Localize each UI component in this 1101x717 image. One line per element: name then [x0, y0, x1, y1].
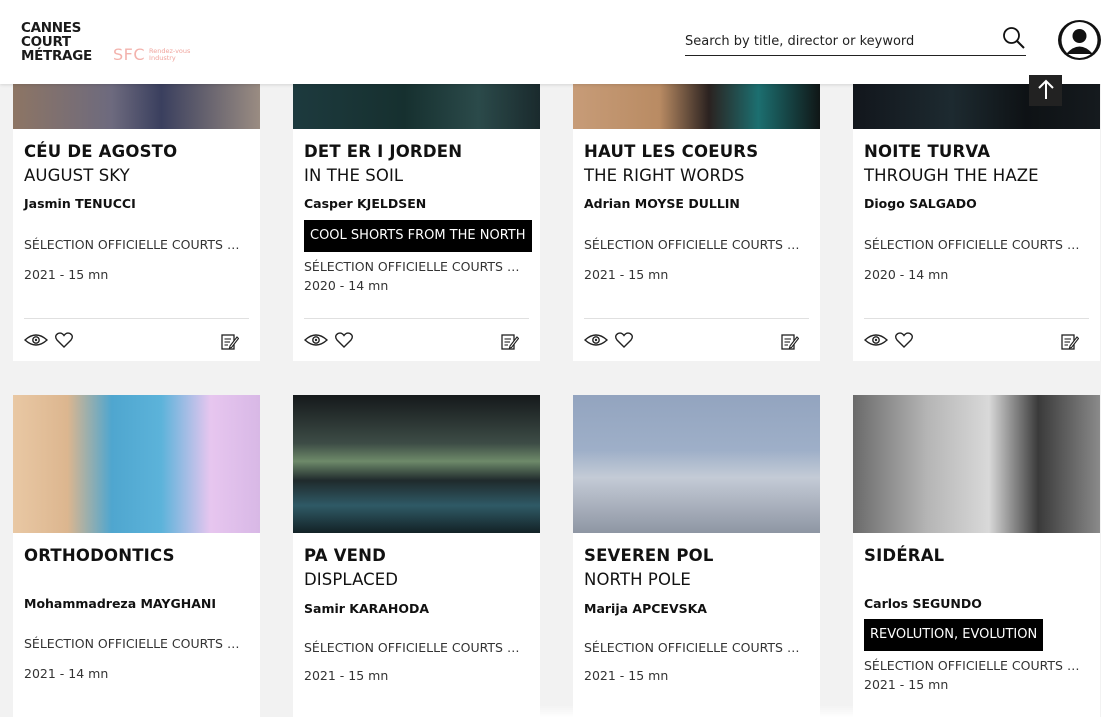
note-edit-icon[interactable]: [500, 332, 520, 350]
film-still: [13, 84, 260, 129]
film-selection: SÉLECTION OFFICIELLE COURTS MÉTRAGES: [584, 237, 809, 252]
user-avatar-icon[interactable]: [1058, 20, 1101, 60]
film-selection: SÉLECTION OFFICIELLE COURTS MÉTRAGES: [24, 636, 249, 651]
film-still: [573, 395, 820, 533]
film-director: Adrian MOYSE DULLIN: [584, 196, 740, 211]
card-divider: [24, 318, 249, 319]
card-divider: [864, 318, 1089, 319]
film-title[interactable]: ORTHODONTICS: [24, 546, 175, 565]
heart-icon[interactable]: [334, 331, 354, 349]
film-selection: SÉLECTION OFFICIELLE COURTS MÉTRAGES: [304, 640, 529, 655]
film-title[interactable]: HAUT LES COEURS: [584, 142, 758, 161]
film-year-duration: 2021 - 15 mn: [864, 677, 949, 692]
film-selection: SÉLECTION OFFICIELLE COURTS MÉTRAGES: [24, 237, 249, 252]
note-edit-icon[interactable]: [1060, 332, 1080, 350]
film-still: [853, 395, 1100, 533]
search-bar: [685, 24, 1026, 56]
film-title[interactable]: CÉU DE AGOSTO: [24, 142, 177, 161]
film-year-duration: 2021 - 15 mn: [584, 267, 669, 282]
film-year-duration: 2021 - 15 mn: [584, 668, 669, 683]
film-title[interactable]: PA VEND: [304, 546, 386, 565]
film-english-title: DISPLACED: [304, 570, 399, 589]
film-english-title: AUGUST SKY: [24, 166, 130, 185]
program-badge[interactable]: REVOLUTION, EVOLUTION: [864, 619, 1044, 651]
film-english-title: THROUGH THE HAZE: [864, 166, 1039, 185]
film-director: Mohammadreza MAYGHANI: [24, 596, 216, 611]
sfc-subtitle: Rendez-vous Industry: [149, 47, 190, 62]
film-year-duration: 2021 - 15 mn: [24, 267, 109, 282]
film-selection: SÉLECTION OFFICIELLE COURTS MÉTRAGES: [864, 658, 1089, 673]
note-edit-icon[interactable]: [780, 332, 800, 350]
film-english-title: IN THE SOIL: [304, 166, 404, 185]
film-selection: SÉLECTION OFFICIELLE COURTS MÉTRAGES: [864, 237, 1089, 252]
film-still: [293, 84, 540, 129]
note-edit-icon[interactable]: [220, 332, 240, 350]
film-director: Samir KARAHODA: [304, 601, 430, 616]
film-director: Marija APCEVSKA: [584, 601, 707, 616]
film-card[interactable]: DET ER I JORDEN IN THE SOIL Casper KJELD…: [293, 84, 540, 361]
sfc-rendez-vous-logo[interactable]: SFC Rendez-vous Industry: [113, 45, 190, 64]
film-card[interactable]: CÉU DE AGOSTO AUGUST SKY Jasmin TENUCCI …: [13, 84, 260, 361]
cannes-court-metrage-logo[interactable]: CANNES COURT MÉTRAGE: [21, 21, 92, 63]
sfc-mark: SFC: [113, 45, 146, 64]
logo-line-1: CANNES: [21, 20, 82, 36]
film-english-title: THE RIGHT WORDS: [584, 166, 745, 185]
eye-icon[interactable]: [584, 331, 608, 349]
film-year-duration: 2020 - 14 mn: [304, 278, 389, 293]
film-still: [573, 84, 820, 129]
heart-icon[interactable]: [614, 331, 634, 349]
film-card[interactable]: NOITE TURVA THROUGH THE HAZE Diogo SALGA…: [853, 84, 1100, 361]
logo-line-2: COURT: [21, 34, 71, 50]
site-header: CANNES COURT MÉTRAGE SFC Rendez-vous Ind…: [0, 0, 1101, 84]
arrow-up-icon: [1037, 78, 1055, 104]
film-director: Jasmin TENUCCI: [24, 196, 136, 211]
logo-line-3: MÉTRAGE: [21, 48, 92, 64]
film-selection: SÉLECTION OFFICIELLE COURTS MÉTRAGES: [304, 259, 529, 274]
eye-icon[interactable]: [304, 331, 328, 349]
film-title[interactable]: DET ER I JORDEN: [304, 142, 462, 161]
film-title[interactable]: SIDÉRAL: [864, 546, 944, 565]
film-card[interactable]: ORTHODONTICS Mohammadreza MAYGHANI SÉLEC…: [13, 395, 260, 717]
film-still: [293, 395, 540, 533]
search-icon[interactable]: [1002, 26, 1026, 50]
scroll-to-top-button[interactable]: [1029, 75, 1062, 106]
eye-icon[interactable]: [24, 331, 48, 349]
film-year-duration: 2021 - 14 mn: [24, 666, 109, 681]
film-title[interactable]: SEVEREN POL: [584, 546, 714, 565]
program-badge[interactable]: COOL SHORTS FROM THE NORTH: [304, 220, 532, 252]
film-card[interactable]: SIDÉRAL Carlos SEGUNDO REVOLUTION, EVOLU…: [853, 395, 1100, 717]
film-still: [13, 395, 260, 533]
bottom-fade-overlay: [360, 705, 1080, 717]
heart-icon[interactable]: [54, 331, 74, 349]
search-input[interactable]: [685, 30, 985, 52]
film-card[interactable]: PA VEND DISPLACED Samir KARAHODA SÉLECTI…: [293, 395, 540, 717]
film-director: Casper KJELDSEN: [304, 196, 427, 211]
card-divider: [304, 318, 529, 319]
film-card[interactable]: HAUT LES COEURS THE RIGHT WORDS Adrian M…: [573, 84, 820, 361]
film-director: Carlos SEGUNDO: [864, 596, 982, 611]
sfc-sub-line-2: Industry: [149, 53, 176, 62]
film-card[interactable]: SEVEREN POL NORTH POLE Marija APCEVSKA S…: [573, 395, 820, 717]
film-english-title: NORTH POLE: [584, 570, 691, 589]
film-year-duration: 2020 - 14 mn: [864, 267, 949, 282]
card-divider: [584, 318, 809, 319]
film-selection: SÉLECTION OFFICIELLE COURTS MÉTRAGES: [584, 640, 809, 655]
eye-icon[interactable]: [864, 331, 888, 349]
film-title[interactable]: NOITE TURVA: [864, 142, 990, 161]
film-still: [853, 84, 1100, 129]
film-year-duration: 2021 - 15 mn: [304, 668, 389, 683]
film-director: Diogo SALGADO: [864, 196, 977, 211]
heart-icon[interactable]: [894, 331, 914, 349]
